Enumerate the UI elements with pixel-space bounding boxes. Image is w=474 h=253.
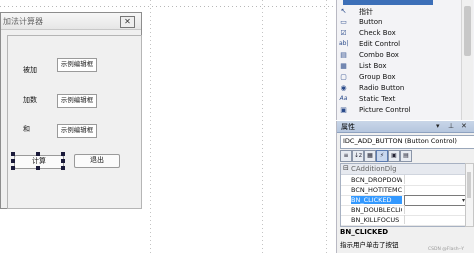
label-addend[interactable]: 被加 (23, 65, 37, 75)
toolbox-item-combo-box[interactable]: ▤ Combo Box (339, 50, 459, 61)
description-title: BN_CLICKED (340, 228, 389, 236)
event-row[interactable]: BN_KILLFOCUS (341, 215, 466, 226)
toolbox-item-group-box[interactable]: ▢ Group Box (339, 72, 459, 83)
properties-panel: 属性 ▾ ⊥ ✕ IDC_ADD_BUTTON (Button Control)… (336, 121, 474, 253)
messages-icon[interactable]: ▣ (388, 150, 400, 162)
designer-guide-line (0, 6, 336, 7)
toolbox-item-edit-control[interactable]: ab| Edit Control (339, 39, 459, 50)
dialog-designer-surface: 加法计算器 ✕ 被加 示例编辑框 加数 示例编辑框 和 示例编辑框 计算 退出 (0, 0, 336, 253)
toolbox-item-static-text[interactable]: Aa Static Text (339, 94, 459, 105)
event-name: BN_DOUBLECLIC (351, 206, 402, 214)
toolbox-item-button[interactable]: ▭ Button (339, 17, 459, 28)
edit-addend[interactable]: 示例编辑框 (57, 58, 97, 72)
dialog-title: 加法计算器 (3, 17, 43, 26)
list-box-icon: ▦ (340, 62, 347, 70)
label-augend[interactable]: 加数 (23, 95, 37, 105)
close-icon[interactable]: ✕ (461, 122, 467, 130)
events-lightning-icon[interactable]: ⚡ (376, 150, 388, 162)
property-grid: ⊟ CAdditionDlg BCN_DROPDOW BCN_HOTITEMC … (340, 163, 467, 227)
static-text-icon: Aa (339, 95, 348, 102)
edit-sum[interactable]: 示例编辑框 (57, 124, 97, 138)
dialog-window[interactable]: 加法计算器 ✕ 被加 示例编辑框 加数 示例编辑框 和 示例编辑框 计算 退出 (0, 12, 142, 209)
checkbox-icon: ☑ (340, 29, 347, 37)
event-handler-cell[interactable] (404, 205, 466, 214)
overrides-icon[interactable]: ▤ (400, 150, 412, 162)
event-handler-cell[interactable] (404, 175, 466, 184)
alphabetical-icon[interactable]: ↓z (352, 150, 364, 162)
designer-guide-column (262, 0, 263, 253)
toolbox-item-label: Edit Control (359, 40, 401, 48)
toolbox-item-label: Group Box (359, 73, 396, 81)
resize-handle[interactable] (61, 159, 65, 163)
toolbox-item-pointer[interactable]: ↖ 指针 (339, 6, 459, 17)
scrollbar-thumb[interactable] (464, 6, 471, 56)
button-icon: ▭ (340, 18, 347, 26)
event-name: BN_KILLFOCUS (351, 216, 400, 224)
pointer-icon: ↖ (340, 7, 347, 15)
edit-augend[interactable]: 示例编辑框 (57, 94, 97, 108)
toolbox-item-checkbox[interactable]: ☑ Check Box (339, 28, 459, 39)
properties-title: 属性 (341, 123, 355, 131)
event-handler-cell[interactable] (404, 215, 466, 224)
event-name: BCN_DROPDOW (351, 176, 402, 184)
toolbox-item-label: Radio Button (359, 84, 405, 92)
toolbox-item-picture-control[interactable]: ▣ Picture Control (339, 105, 459, 116)
description-text: 指示用户单击了按钮 (340, 241, 399, 249)
watermark: CSDN @Flash--Y (428, 247, 465, 252)
resize-handle[interactable] (11, 166, 15, 170)
toolbox-item-list-box[interactable]: ▦ List Box (339, 61, 459, 72)
group-box-icon: ▢ (340, 73, 347, 81)
event-handler-cell[interactable] (404, 185, 466, 194)
toolbox-item-label: Static Text (359, 95, 396, 103)
toolbox-item-label: Button (359, 18, 383, 26)
designer-guide-column (150, 0, 151, 253)
event-name: BN_CLICKED (351, 196, 402, 204)
event-name: BCN_HOTITEMC (351, 186, 402, 194)
resize-handle[interactable] (11, 152, 15, 156)
toolbox-scrollbar[interactable] (461, 0, 473, 120)
object-selector-combo[interactable]: IDC_ADD_BUTTON (Button Control) (340, 135, 474, 149)
toolbox-item-label: Combo Box (359, 51, 399, 59)
toolbox-item-label: Picture Control (359, 106, 411, 114)
categorized-icon[interactable]: ≡ (340, 150, 352, 162)
pin-icon[interactable]: ⊥ (448, 122, 454, 130)
resize-handle[interactable] (61, 166, 65, 170)
scrollbar-thumb[interactable] (467, 172, 471, 198)
radio-button-icon: ◉ (340, 84, 347, 92)
toolbox-item-label: Check Box (359, 29, 396, 37)
properties-title-bar[interactable]: 属性 ▾ ⊥ ✕ (337, 121, 474, 133)
combo-box-icon: ▤ (340, 51, 347, 59)
toolbox-section-header[interactable] (343, 0, 433, 5)
label-sum[interactable]: 和 (23, 124, 30, 134)
properties-icon[interactable]: ▦ (364, 150, 376, 162)
resize-handle[interactable] (11, 159, 15, 163)
property-grid-scrollbar[interactable] (465, 163, 474, 227)
grid-category-name: CAdditionDlg (351, 165, 397, 173)
resize-handle[interactable] (36, 152, 40, 156)
dialog-title-bar[interactable]: 加法计算器 ✕ (1, 13, 141, 30)
dropdown-arrow-icon[interactable]: ▾ (436, 122, 440, 130)
toolbox-item-label: List Box (359, 62, 387, 70)
grid-category-row[interactable]: ⊟ CAdditionDlg (341, 164, 466, 175)
resize-handle[interactable] (61, 152, 65, 156)
picture-control-icon: ▣ (340, 106, 347, 114)
edit-control-icon: ab| (339, 40, 349, 47)
close-icon[interactable]: ✕ (120, 16, 135, 28)
properties-toolbar: ≡ ↓z ▦ ⚡ ▣ ▤ (340, 150, 472, 162)
resize-handle[interactable] (36, 166, 40, 170)
collapse-icon[interactable]: ⊟ (343, 165, 349, 172)
exit-button[interactable]: 退出 (74, 154, 120, 168)
toolbox-item-radio-button[interactable]: ◉ Radio Button (339, 83, 459, 94)
designer-guide-column (326, 0, 327, 253)
toolbox-item-label: 指针 (359, 8, 373, 16)
toolbox-panel: ↖ 指针 ▭ Button ☑ Check Box ab| Edit Control ▤… (336, 0, 474, 120)
